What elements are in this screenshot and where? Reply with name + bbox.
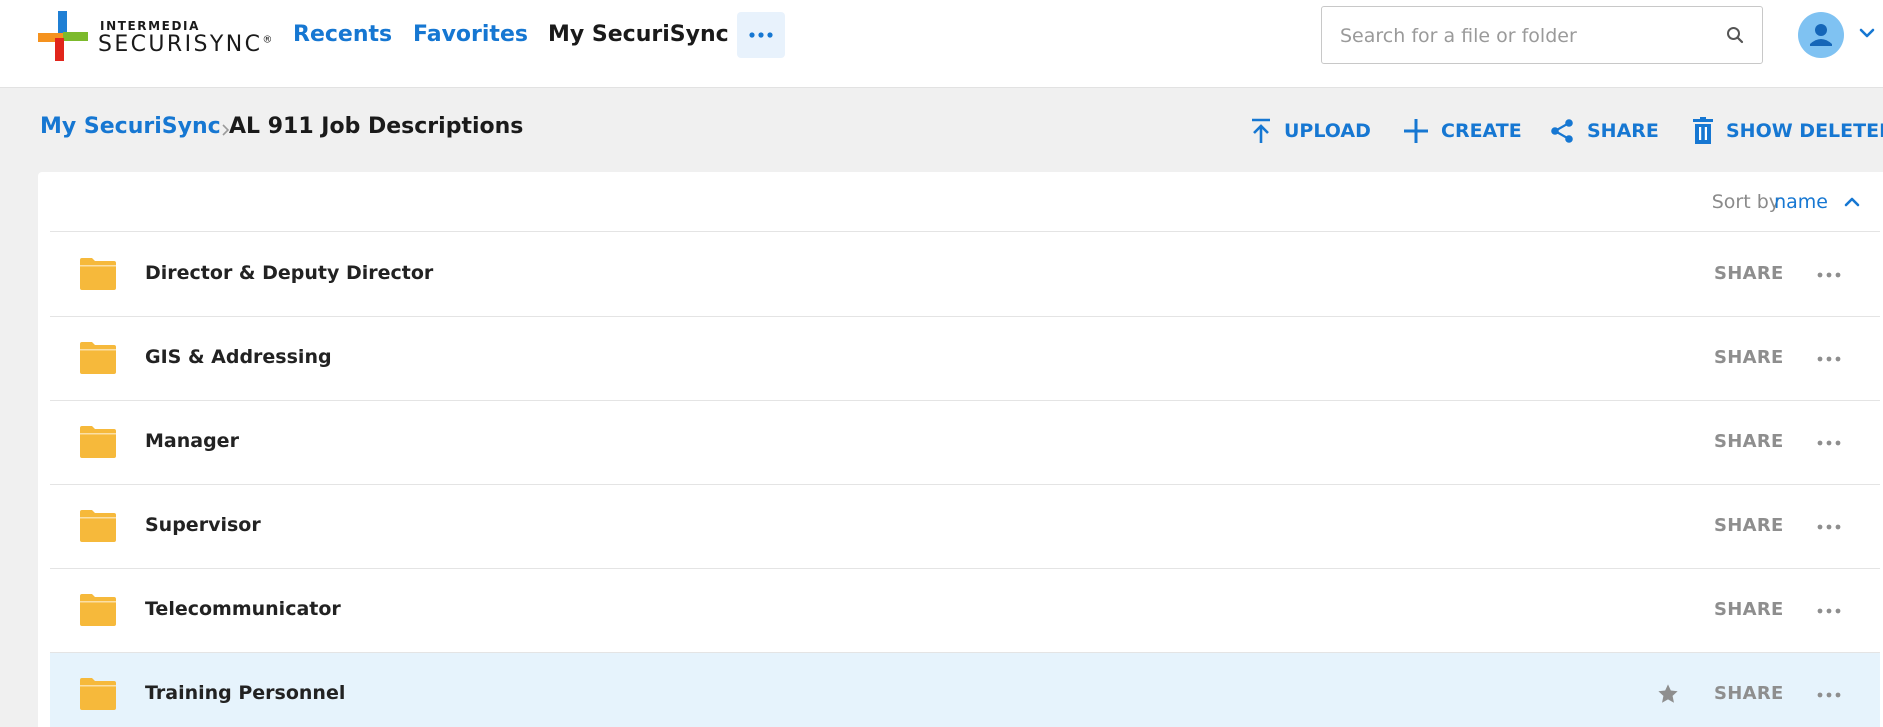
logo-text-intermedia: INTERMEDIA <box>100 19 200 33</box>
ellipsis-icon[interactable] <box>1817 355 1841 363</box>
star-icon[interactable] <box>1657 683 1679 705</box>
row-share-button[interactable]: SHARE <box>1714 347 1784 368</box>
folder-icon <box>80 426 116 458</box>
file-name[interactable]: Director & Deputy Director <box>145 262 433 284</box>
nav-recents[interactable]: Recents <box>293 20 392 50</box>
ellipsis-icon[interactable] <box>1817 607 1841 615</box>
chevron-up-icon[interactable] <box>1844 196 1860 208</box>
folder-icon <box>80 258 116 290</box>
sort-bar: Sort by name <box>50 172 1880 232</box>
nav-my-securisync[interactable]: My SecuriSync <box>548 20 729 50</box>
breadcrumb-home[interactable]: My SecuriSync <box>40 114 221 139</box>
create-button[interactable]: CREATE <box>1403 116 1522 146</box>
row-share-button[interactable]: SHARE <box>1714 515 1784 536</box>
folder-icon <box>80 594 116 626</box>
file-row[interactable]: Supervisor SHARE <box>50 485 1880 569</box>
share-icon <box>1551 119 1573 143</box>
folder-icon <box>80 510 116 542</box>
file-row-selected[interactable]: Training Personnel SHARE <box>50 653 1880 727</box>
row-share-button[interactable]: SHARE <box>1714 431 1784 452</box>
share-button[interactable]: SHARE <box>1549 116 1659 146</box>
row-share-button[interactable]: SHARE <box>1714 683 1784 704</box>
search-input[interactable] <box>1340 21 1700 51</box>
ellipsis-icon <box>749 32 773 38</box>
create-label: CREATE <box>1441 120 1522 142</box>
user-avatar[interactable] <box>1798 12 1844 58</box>
nav-more-button[interactable] <box>737 12 785 58</box>
upload-button[interactable]: UPLOAD <box>1250 116 1371 146</box>
file-name[interactable]: Manager <box>145 430 239 452</box>
file-row[interactable]: GIS & Addressing SHARE <box>50 317 1880 401</box>
file-list-panel: Sort by name Director & Deputy Director … <box>38 172 1883 727</box>
ellipsis-icon[interactable] <box>1817 439 1841 447</box>
ellipsis-icon[interactable] <box>1817 523 1841 531</box>
search-icon[interactable] <box>1726 26 1744 44</box>
file-name[interactable]: Telecommunicator <box>145 598 341 620</box>
trash-icon <box>1693 117 1713 144</box>
file-name[interactable]: Supervisor <box>145 514 261 536</box>
top-bar: INTERMEDIA SECURISYNC® Recents Favorites… <box>0 0 1883 88</box>
folder-icon <box>80 342 116 374</box>
file-row[interactable]: Director & Deputy Director SHARE <box>50 233 1880 317</box>
show-deleted-button[interactable]: SHOW DELETED <box>1692 116 1883 146</box>
securisync-logo-mark-icon <box>38 11 88 61</box>
search-box <box>1321 6 1763 64</box>
file-name[interactable]: GIS & Addressing <box>145 346 332 368</box>
ellipsis-icon[interactable] <box>1817 691 1841 699</box>
intermedia-securisync-logo[interactable]: INTERMEDIA SECURISYNC® <box>38 11 272 63</box>
sort-label: Sort by <box>1711 191 1780 213</box>
folder-icon <box>80 678 116 710</box>
chevron-down-icon[interactable] <box>1859 27 1875 39</box>
sort-by-name[interactable]: name <box>1774 191 1828 213</box>
share-label: SHARE <box>1587 120 1659 142</box>
plus-icon <box>1404 119 1428 143</box>
ellipsis-icon[interactable] <box>1817 271 1841 279</box>
logo-text-securisync: SECURISYNC® <box>98 32 273 57</box>
nav-favorites[interactable]: Favorites <box>413 20 528 50</box>
upload-icon <box>1252 118 1270 143</box>
row-share-button[interactable]: SHARE <box>1714 599 1784 620</box>
file-row[interactable]: Telecommunicator SHARE <box>50 569 1880 653</box>
upload-label: UPLOAD <box>1284 120 1371 142</box>
show-deleted-label: SHOW DELETED <box>1726 120 1883 142</box>
file-row[interactable]: Manager SHARE <box>50 401 1880 485</box>
user-icon <box>1810 24 1832 46</box>
file-name[interactable]: Training Personnel <box>145 682 345 704</box>
row-share-button[interactable]: SHARE <box>1714 263 1784 284</box>
breadcrumb-current: AL 911 Job Descriptions <box>229 114 524 139</box>
